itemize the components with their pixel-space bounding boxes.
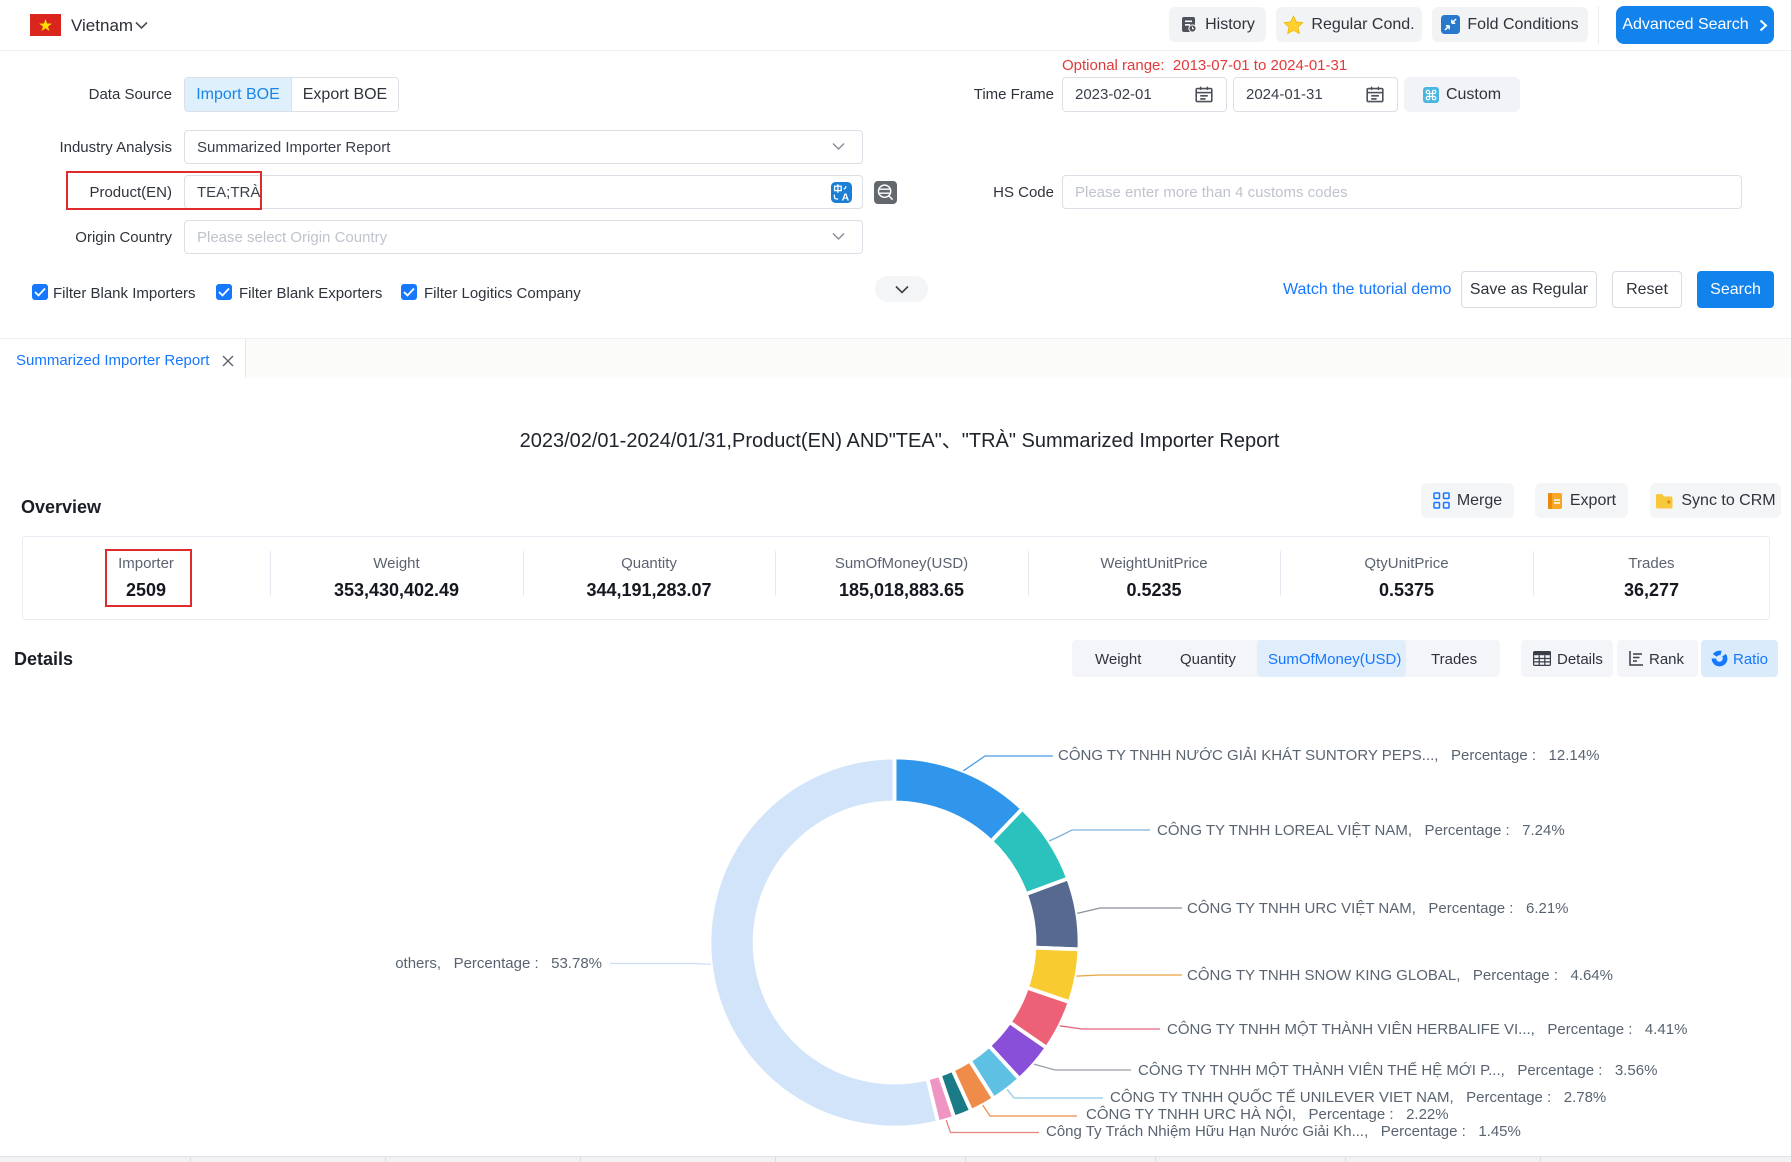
svg-text:A: A — [842, 191, 850, 203]
